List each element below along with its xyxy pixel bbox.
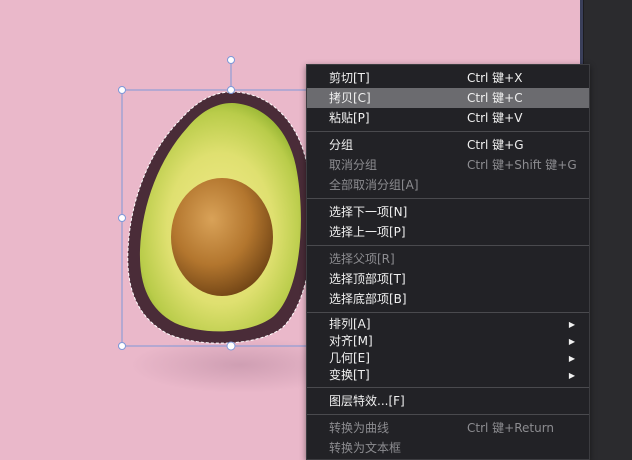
menu-item-shortcut: Ctrl 键+C (467, 91, 523, 105)
menu-separator (307, 131, 589, 132)
menu-item-cut[interactable]: 剪切[T] Ctrl 键+X (307, 68, 589, 88)
menu-item-shortcut: Ctrl 键+X (467, 71, 523, 85)
menu-item-label: 选择父项[R] (329, 252, 395, 266)
resize-handle-top-left[interactable] (118, 86, 126, 94)
menu-item-label: 剪切[T] (329, 71, 370, 85)
menu-item-select-next[interactable]: 选择下一项[N] (307, 202, 589, 222)
menu-item-label: 取消分组 (329, 158, 378, 172)
menu-item-shortcut: Ctrl 键+Return (467, 421, 555, 435)
menu-item-select-previous[interactable]: 选择上一项[P] (307, 222, 589, 242)
menu-item-label: 拷贝[C] (329, 91, 371, 105)
menu-item-label: 转换为文本框 (329, 441, 402, 455)
menu-separator (307, 387, 589, 388)
chevron-right-icon: ▶ (568, 354, 575, 363)
resize-handle-bottom[interactable] (226, 341, 236, 351)
menu-item-convert-to-curves[interactable]: 转换为曲线 Ctrl 键+Return (307, 418, 589, 438)
menu-item-arrange[interactable]: 排列[A] ▶ (307, 316, 589, 333)
rotation-handle[interactable] (227, 56, 235, 64)
right-panel (583, 0, 632, 460)
menu-item-label: 图层特效...[F] (329, 394, 405, 408)
menu-item-layer-effects[interactable]: 图层特效...[F] (307, 391, 589, 411)
chevron-right-icon: ▶ (568, 371, 575, 380)
menu-item-shortcut: Ctrl 键+V (467, 111, 523, 125)
menu-item-shortcut: Ctrl 键+G (467, 138, 524, 152)
menu-item-label: 转换为曲线 (329, 421, 390, 435)
menu-item-label: 变换[T] (329, 368, 370, 382)
menu-item-label: 排列[A] (329, 317, 371, 331)
avocado-pit (171, 178, 273, 296)
menu-separator (307, 245, 589, 246)
menu-item-label: 粘贴[P] (329, 111, 370, 125)
menu-item-label: 选择顶部项[T] (329, 272, 406, 286)
chevron-right-icon: ▶ (568, 337, 575, 346)
resize-handle-top[interactable] (227, 86, 235, 94)
menu-item-convert-to-text-frame[interactable]: 转换为文本框 (307, 438, 589, 458)
menu-item-group[interactable]: 分组 Ctrl 键+G (307, 135, 589, 155)
menu-item-select-bottom[interactable]: 选择底部项[B] (307, 289, 589, 309)
context-menu: 剪切[T] Ctrl 键+X 拷贝[C] Ctrl 键+C 粘贴[P] Ctrl… (306, 64, 590, 460)
menu-item-ungroup[interactable]: 取消分组 Ctrl 键+Shift 键+G (307, 155, 589, 175)
menu-item-select-top[interactable]: 选择顶部项[T] (307, 269, 589, 289)
menu-item-ungroup-all[interactable]: 全部取消分组[A] (307, 175, 589, 195)
resize-handle-bottom-left[interactable] (118, 342, 126, 350)
menu-item-copy[interactable]: 拷贝[C] Ctrl 键+C (307, 88, 589, 108)
menu-item-geometry[interactable]: 几何[E] ▶ (307, 350, 589, 367)
menu-item-transform[interactable]: 变换[T] ▶ (307, 367, 589, 384)
menu-item-label: 选择下一项[N] (329, 205, 408, 219)
menu-separator (307, 198, 589, 199)
menu-item-label: 几何[E] (329, 351, 370, 365)
menu-item-select-parent[interactable]: 选择父项[R] (307, 249, 589, 269)
menu-item-paste[interactable]: 粘贴[P] Ctrl 键+V (307, 108, 589, 128)
menu-item-label: 对齐[M] (329, 334, 373, 348)
document-canvas[interactable]: 剪切[T] Ctrl 键+X 拷贝[C] Ctrl 键+C 粘贴[P] Ctrl… (0, 0, 632, 460)
menu-item-align[interactable]: 对齐[M] ▶ (307, 333, 589, 350)
menu-item-label: 选择上一项[P] (329, 225, 406, 239)
menu-item-shortcut: Ctrl 键+Shift 键+G (467, 158, 577, 172)
menu-separator (307, 312, 589, 313)
menu-separator (307, 414, 589, 415)
menu-item-label: 全部取消分组[A] (329, 178, 419, 192)
menu-item-label: 分组 (329, 138, 354, 152)
resize-handle-left[interactable] (118, 214, 126, 222)
menu-item-label: 选择底部项[B] (329, 292, 407, 306)
chevron-right-icon: ▶ (568, 320, 575, 329)
